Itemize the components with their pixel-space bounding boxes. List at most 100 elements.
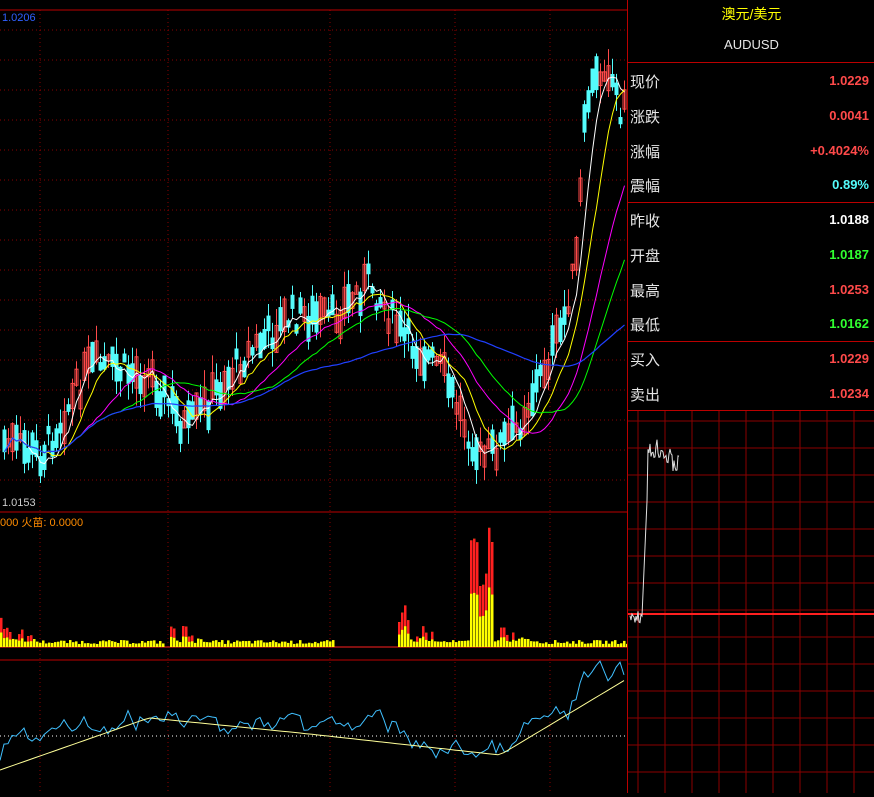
fire-bar: [299, 640, 302, 647]
fire-bar: [446, 642, 449, 647]
quote-row-low: 最低 1.0162: [628, 307, 873, 341]
candle-body: [58, 422, 63, 434]
fire-bar-top: [488, 527, 491, 588]
quote-label: 卖出: [630, 386, 661, 404]
quote-value: 1.0162: [829, 316, 869, 331]
fire-bar: [200, 639, 203, 647]
candle-body: [538, 364, 543, 377]
fire-bar: [305, 643, 308, 647]
price-low-label: 1.0153: [2, 497, 36, 509]
signal-line: [0, 680, 625, 771]
fire-bar: [254, 640, 257, 647]
fire-bar: [263, 642, 266, 647]
fire-bar: [602, 643, 605, 647]
fire-bar: [138, 643, 141, 647]
fire-bar: [569, 643, 572, 647]
fire-bar: [320, 641, 323, 647]
quote-row-high: 最高 1.0253: [628, 273, 873, 307]
candle-body: [98, 362, 103, 371]
candle-body: [290, 294, 295, 309]
fire-bar: [317, 643, 320, 647]
candle-body: [54, 428, 59, 448]
fire-bar: [90, 643, 93, 647]
fire-bar: [123, 640, 126, 647]
fire-bar: [278, 643, 281, 647]
fire-bar: [224, 643, 227, 647]
quote-label: 涨跌: [630, 108, 661, 126]
fire-bar: [464, 640, 467, 647]
fire-bar: [15, 639, 18, 647]
candle-body: [470, 447, 475, 462]
fire-bar: [293, 643, 296, 647]
fire-bar: [596, 640, 599, 647]
fire-bar: [560, 643, 563, 647]
quote-title: 澳元/美元: [721, 6, 782, 22]
quote-row-current: 现价 1.0229: [628, 64, 873, 98]
candle-body: [586, 90, 591, 113]
fire-bar: [554, 640, 557, 647]
fire-bar: [572, 641, 575, 647]
fire-bar: [467, 640, 470, 647]
candle-body: [250, 347, 255, 356]
fire-bar: [314, 641, 317, 647]
fire-bar: [296, 643, 299, 647]
fire-bar: [599, 640, 602, 647]
fire-bar: [194, 642, 197, 647]
quote-row-change-pct: 涨幅 +0.4024%: [628, 134, 873, 168]
fire-bar: [461, 640, 464, 647]
fire-bar: [69, 640, 72, 647]
fire-bar: [548, 643, 551, 647]
fire-bar: [584, 643, 587, 647]
fire-bar-top: [503, 627, 506, 638]
fire-bar: [129, 643, 132, 647]
candle-body: [582, 104, 587, 133]
fire-bar: [33, 639, 36, 647]
fire-bar: [434, 641, 437, 647]
fire-bar: [449, 642, 452, 647]
quote-symbol: AUDUSD: [724, 37, 779, 52]
fire-bar: [63, 640, 66, 647]
fire-bar-top: [416, 636, 419, 642]
candle-body: [450, 376, 455, 398]
tick-chart-svg[interactable]: [628, 411, 874, 793]
quote-row-prev-close: 昨收 1.0188: [628, 203, 873, 237]
fire-bar: [581, 641, 584, 647]
fire-bar: [533, 641, 536, 647]
fire-bar: [42, 640, 45, 647]
fire-bar: [60, 640, 63, 647]
kline-chart-area[interactable]: 1.0206 1.0153 000 火苗: 0.0000: [0, 0, 627, 793]
fire-bar: [114, 641, 117, 647]
quote-value: 1.0234: [829, 386, 869, 401]
fire-bar: [51, 642, 54, 647]
quote-row-ask: 卖出 1.0234: [628, 377, 873, 411]
quote-label: 涨幅: [630, 143, 661, 161]
fire-bar: [197, 638, 200, 647]
fire-bar: [524, 638, 527, 647]
fire-bar: [75, 641, 78, 647]
fire-bar: [326, 640, 329, 647]
quote-label: 最低: [630, 316, 661, 334]
fire-bar: [209, 642, 212, 647]
quote-value: 1.0188: [829, 212, 869, 227]
quote-value: 1.0229: [829, 73, 869, 88]
quote-row-change: 涨跌 0.0041: [628, 99, 873, 133]
fire-bar: [111, 641, 114, 647]
fire-bar-top: [188, 636, 191, 642]
candle-body: [502, 421, 507, 446]
fire-bar: [593, 640, 596, 647]
fire-bar-top: [500, 627, 503, 638]
fire-bar: [575, 643, 578, 647]
quote-row-open: 开盘 1.0187: [628, 238, 873, 272]
fire-bar-top: [185, 626, 188, 637]
tick-chart-panel[interactable]: [627, 411, 874, 793]
fire-bar: [66, 643, 69, 647]
candle-body: [178, 420, 183, 444]
oscillator-line: [0, 660, 625, 761]
fire-bar: [81, 640, 84, 647]
fire-bar: [153, 640, 156, 647]
fire-bar: [443, 641, 446, 647]
fire-bar: [623, 640, 626, 647]
fire-bar: [102, 640, 105, 647]
fire-bar: [260, 640, 263, 647]
kline-chart-svg[interactable]: [0, 0, 627, 793]
